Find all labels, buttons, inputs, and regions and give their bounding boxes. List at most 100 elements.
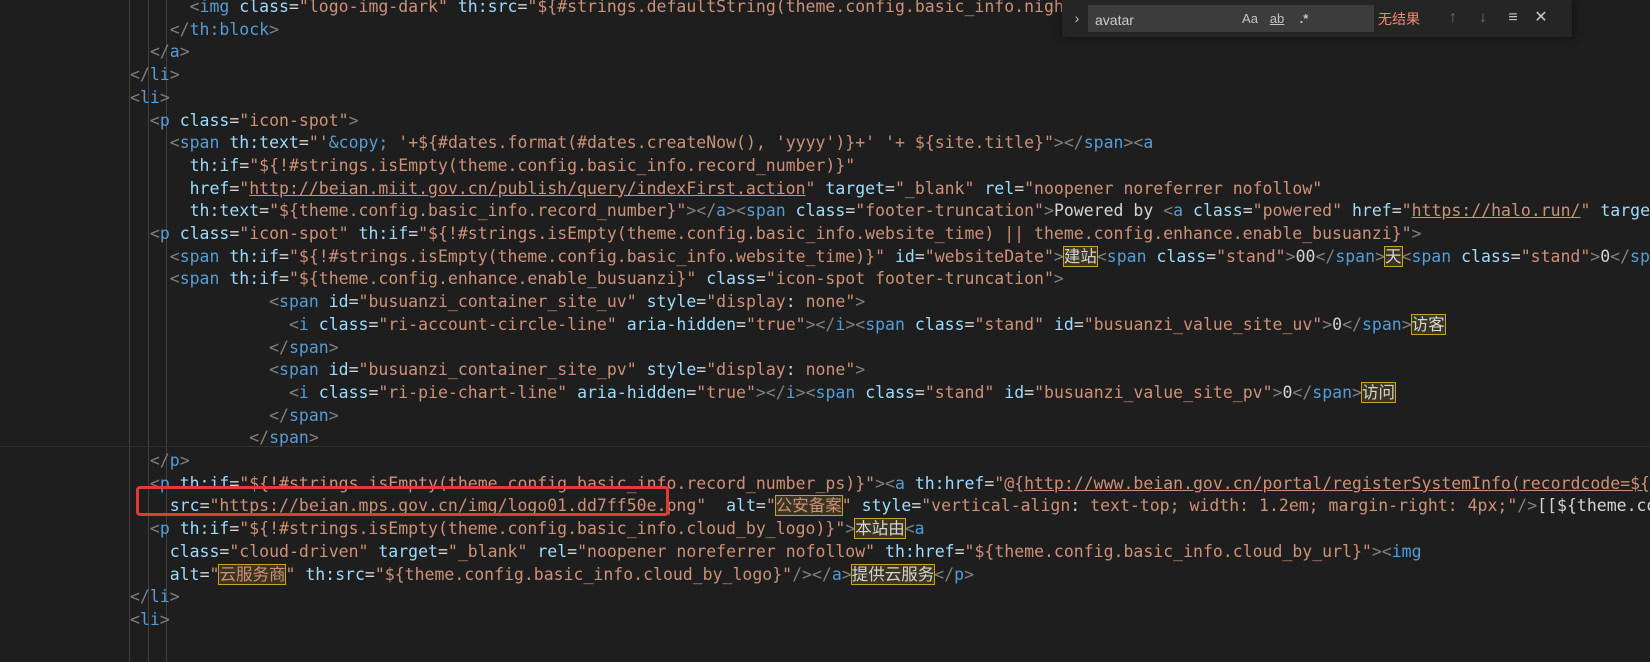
code-token: </: [149, 42, 170, 62]
code-token: "stand": [974, 314, 1045, 334]
code-token: ></: [755, 382, 786, 402]
code-token: =: [696, 360, 707, 380]
code-editor[interactable]: <img class="logo-img-dark" th:src="${#st…: [0, 0, 1650, 662]
code-token: =: [348, 292, 359, 312]
code-token: =: [408, 224, 419, 243]
code-token: a: [914, 519, 925, 539]
code-token: "logo-img-dark": [298, 0, 448, 16]
code-token: >: [269, 19, 280, 39]
regex-button[interactable]: .*: [1293, 10, 1315, 28]
code-token: "${!#strings.isEmpty(theme.config.basic_…: [249, 155, 856, 175]
code-line: <i class="ri-account-circle-line" aria-h…: [130, 313, 1446, 337]
find-input-box[interactable]: Aa ab .*: [1088, 5, 1374, 32]
code-line: <span th:if="${!#strings.isEmpty(theme.c…: [130, 245, 1650, 269]
code-token: <: [149, 519, 160, 539]
code-token: i: [298, 382, 309, 402]
code-token: =: [567, 541, 578, 561]
code-token: 天: [1384, 245, 1403, 267]
code-line: </li>: [130, 64, 180, 87]
code-token: =: [1206, 246, 1217, 266]
code-token: th:block: [189, 19, 270, 39]
code-token: ": [841, 496, 852, 516]
code-token: =: [368, 382, 379, 402]
code-token: =: [984, 473, 995, 493]
code-token: :: [1070, 496, 1091, 516]
code-token: target: [1600, 201, 1650, 221]
code-token: "_blank": [447, 541, 528, 561]
code-token: ></: [686, 201, 717, 221]
code-token: "stand": [924, 382, 995, 402]
code-token: "@{: [994, 473, 1025, 493]
code-token: =: [911, 496, 922, 516]
code-token: aria-hidden: [626, 314, 737, 334]
find-in-selection-icon[interactable]: ≡: [1502, 7, 1524, 29]
code-token: "${theme.config.basic_info.cloud_by_logo…: [374, 564, 793, 584]
code-token: <: [269, 292, 280, 312]
code-token: ": [765, 496, 776, 516]
next-match-icon[interactable]: ↓: [1472, 7, 1494, 29]
code-token: [[${theme.config: [1537, 496, 1650, 516]
code-token: =: [288, 0, 299, 16]
code-token: "footer-truncation": [855, 201, 1044, 221]
code-token: none": [805, 360, 856, 380]
code-token: </: [169, 19, 190, 39]
code-token: "icon-spot": [239, 110, 349, 130]
code-token: class: [914, 314, 965, 334]
code-token: 建站: [1062, 245, 1098, 267]
code-token: th:src: [457, 0, 518, 16]
code-token: src: [169, 496, 200, 516]
code-token: 本站由: [854, 518, 906, 540]
code-line: <p class="icon-spot" th:if="${!#strings.…: [130, 223, 1422, 246]
code-token: "https://beian.mps.gov.cn/img/logo01.dd7…: [209, 496, 707, 516]
code-token: ": [805, 178, 816, 198]
toggle-replace-chevron-icon[interactable]: ›: [1068, 8, 1086, 28]
code-token: >: [308, 428, 319, 448]
code-token: href: [1351, 201, 1392, 221]
close-icon[interactable]: ✕: [1530, 7, 1552, 29]
code-token: "${theme.config.basic_info.record_number…: [269, 201, 687, 221]
code-token: class: [795, 201, 846, 221]
code-token: >: [1352, 382, 1362, 402]
match-case-button[interactable]: Aa: [1239, 10, 1261, 28]
code-token: ><: [795, 382, 816, 402]
code-token: a: [169, 42, 180, 62]
code-token: class: [1156, 246, 1207, 266]
code-token: https://halo.run/: [1411, 201, 1581, 221]
code-token: <: [904, 519, 915, 539]
code-token: =: [199, 496, 210, 516]
code-token: 访问: [1360, 381, 1396, 403]
code-token: <: [130, 87, 140, 107]
code-token: =: [229, 110, 240, 130]
code-token: =: [914, 246, 925, 266]
code-token: =: [1024, 382, 1035, 402]
previous-match-icon[interactable]: ↑: [1442, 7, 1464, 29]
code-token: =: [229, 519, 240, 539]
find-input[interactable]: [1093, 9, 1237, 30]
whole-word-button[interactable]: ab: [1265, 10, 1289, 28]
code-token: >: [1401, 314, 1412, 334]
code-line: <p class="icon-spot">: [130, 110, 359, 133]
code-token: ><: [726, 201, 746, 221]
code-token: th:if: [179, 473, 230, 493]
code-token: p: [159, 110, 170, 130]
code-token: >: [1053, 269, 1064, 289]
code-token: class: [239, 0, 289, 16]
code-token: span: [179, 246, 220, 266]
